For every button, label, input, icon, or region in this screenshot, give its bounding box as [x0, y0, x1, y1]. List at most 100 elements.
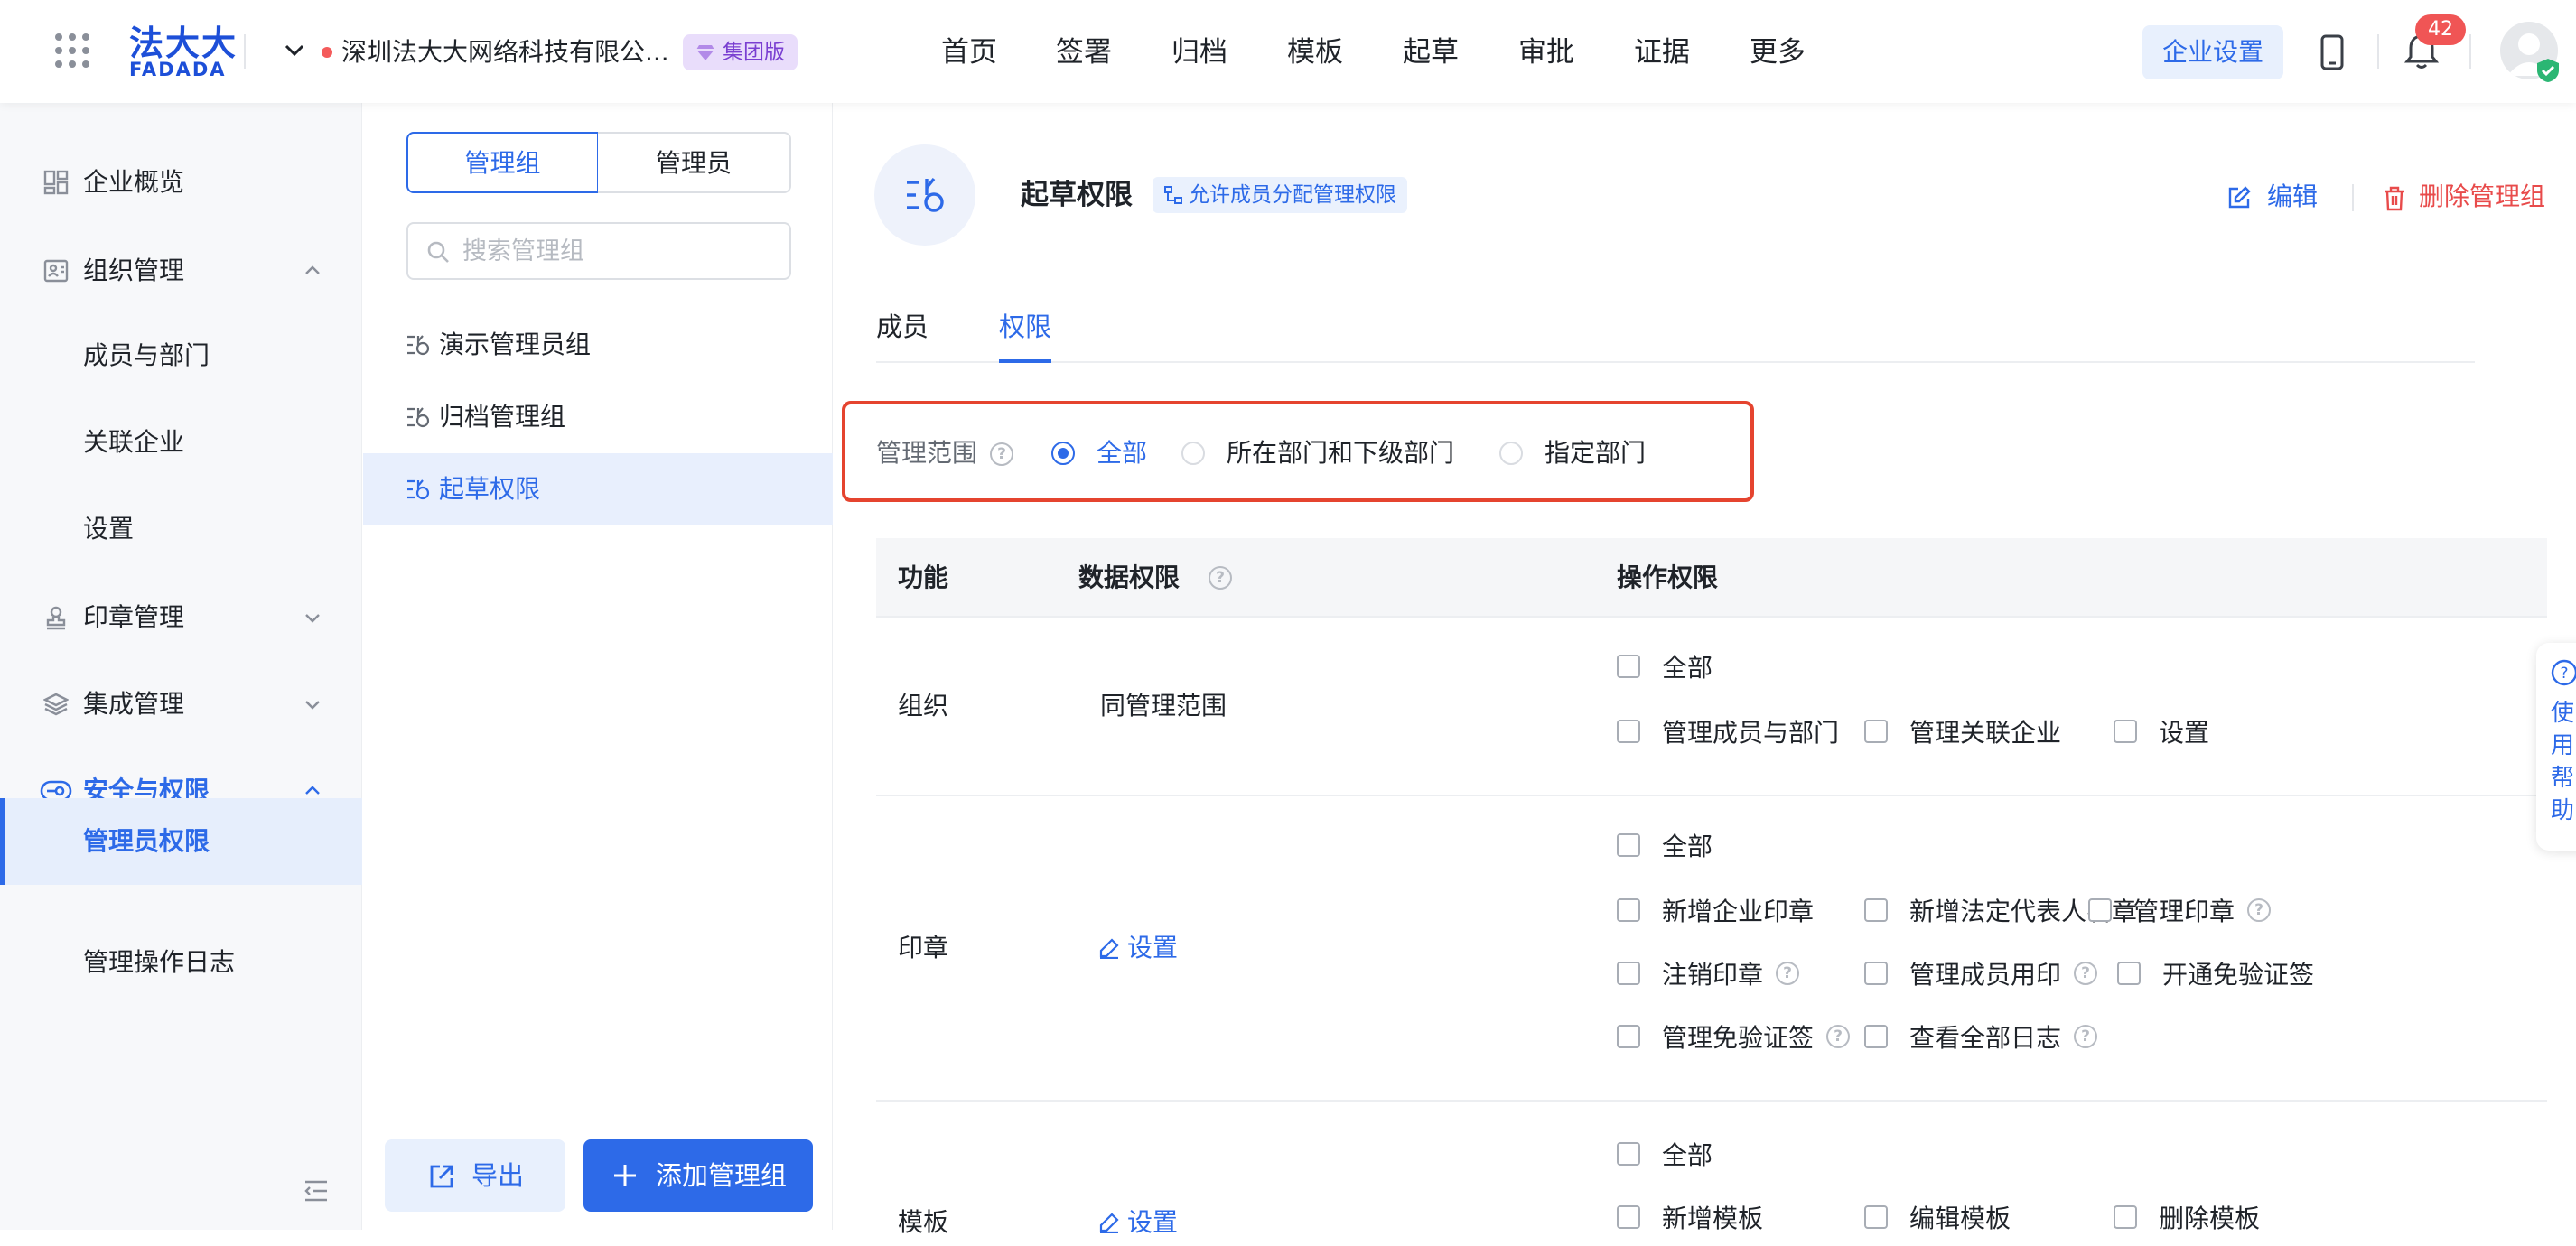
checkbox[interactable] [1864, 720, 1888, 743]
list-item[interactable]: 演示管理员组 [363, 309, 833, 381]
sidebar-item-settings[interactable]: 设置 [0, 493, 362, 565]
permission-checkbox[interactable]: 编辑模板 [1864, 1199, 2011, 1235]
chevron-down-icon[interactable] [284, 42, 305, 60]
company-switcher[interactable]: 深圳法大大网络科技有限公... [341, 34, 669, 70]
help-icon[interactable]: ? [2247, 898, 2272, 922]
permission-checkbox[interactable]: 设置 [2114, 713, 2209, 749]
search-input[interactable] [462, 233, 779, 269]
add-group-button[interactable]: 添加管理组 [583, 1139, 813, 1212]
permission-checkbox[interactable]: 注销印章? [1617, 955, 1800, 991]
diamond-icon [695, 42, 715, 62]
tab-members[interactable]: 成员 [876, 303, 929, 350]
export-label: 导出 [471, 1160, 525, 1191]
nav-approval[interactable]: 审批 [1518, 33, 1574, 72]
sidebar-item-admin-logs[interactable]: 管理操作日志 [0, 926, 362, 999]
list-item[interactable]: 归档管理组 [363, 381, 833, 453]
tab-admins[interactable]: 管理员 [598, 132, 791, 193]
permission-checkbox[interactable]: 全部 [1617, 1136, 1713, 1172]
help-icon[interactable]: ? [990, 442, 1013, 466]
nav-draft[interactable]: 起草 [1403, 33, 1459, 72]
sidebar-item-org[interactable]: 组织管理 [0, 235, 362, 307]
checkbox[interactable] [1864, 1025, 1888, 1048]
nav-home[interactable]: 首页 [941, 33, 997, 72]
edit-button[interactable]: 编辑 [2267, 179, 2318, 215]
checkbox[interactable] [2088, 898, 2112, 922]
data-scope-settings-link[interactable]: 设置 [1084, 1204, 1178, 1241]
trash-icon[interactable] [2383, 186, 2406, 211]
collapse-sidebar-icon[interactable] [303, 1179, 329, 1203]
radio-all[interactable] [1051, 442, 1075, 465]
nav-template[interactable]: 模板 [1287, 33, 1343, 72]
checkbox[interactable] [1617, 1205, 1640, 1229]
checkbox[interactable] [1617, 1142, 1640, 1166]
add-group-label: 添加管理组 [656, 1160, 788, 1191]
permission-checkbox[interactable]: 新增模板 [1617, 1199, 1763, 1235]
radio-specified-dept[interactable] [1499, 442, 1523, 465]
permission-checkbox[interactable]: 删除模板 [2114, 1199, 2260, 1235]
checkbox[interactable] [1864, 962, 1888, 985]
permission-checkbox[interactable]: 开通免验证签 [2117, 955, 2314, 991]
list-item-selected[interactable]: 起草权限 [363, 453, 833, 525]
permission-checkbox[interactable]: 管理成员与部门 [1617, 713, 1839, 749]
checkbox[interactable] [1864, 1205, 1888, 1229]
help-float-button[interactable]: ? 使用帮助 [2536, 643, 2576, 851]
help-icon[interactable]: ? [1826, 1025, 1851, 1048]
delete-group-button[interactable]: 删除管理组 [2419, 179, 2545, 215]
column-header: 操作权限 [1617, 563, 1719, 592]
nav-archive[interactable]: 归档 [1171, 33, 1227, 72]
permission-checkbox[interactable]: 管理免验证签? [1617, 1018, 1851, 1055]
help-icon[interactable]: ? [2074, 962, 2098, 985]
mobile-icon[interactable] [2319, 34, 2345, 70]
help-icon[interactable]: ? [1776, 962, 1800, 985]
permission-checkbox[interactable]: 管理成员用印? [1864, 955, 2098, 991]
permission-checkbox[interactable]: 全部 [1617, 827, 1713, 863]
nav-evidence[interactable]: 证据 [1634, 33, 1690, 72]
chevron-up-icon [303, 782, 322, 800]
sidebar-item-integration[interactable]: 集成管理 [0, 668, 362, 740]
help-icon[interactable]: ? [1209, 566, 1232, 590]
permission-checkbox[interactable]: 新增企业印章 [1617, 892, 1814, 928]
sidebar-item-admin-permissions[interactable]: 管理员权限 [0, 798, 362, 885]
radio-all-label[interactable]: 全部 [1097, 435, 1147, 471]
enterprise-settings-button[interactable]: 企业设置 [2142, 25, 2283, 79]
checkbox[interactable] [2114, 1205, 2137, 1229]
layers-icon [43, 692, 69, 717]
tab-permissions[interactable]: 权限 [999, 303, 1052, 363]
checkbox[interactable] [1617, 720, 1640, 743]
sidebar-item-overview[interactable]: 企业概览 [0, 146, 362, 219]
checkbox[interactable] [1617, 1025, 1640, 1048]
radio-specified-dept-label[interactable]: 指定部门 [1545, 435, 1646, 471]
chevron-down-icon [303, 695, 322, 713]
tab-admin-groups[interactable]: 管理组 [406, 132, 599, 193]
checkbox[interactable] [1617, 655, 1640, 678]
group-name: 归档管理组 [439, 402, 566, 432]
verified-icon [2536, 58, 2560, 83]
checkbox[interactable] [1617, 962, 1640, 985]
checkbox[interactable] [1617, 833, 1640, 857]
checkbox[interactable] [2117, 962, 2141, 985]
radio-own-dept[interactable] [1181, 442, 1205, 465]
sidebar-item-affiliates[interactable]: 关联企业 [0, 406, 362, 479]
sidebar-item-label: 集成管理 [83, 689, 185, 719]
checkbox-label: 管理成员用印 [1909, 960, 2062, 990]
permission-checkbox[interactable]: 管理印章? [2088, 892, 2272, 928]
edit-icon[interactable] [2227, 186, 2251, 209]
permission-checkbox[interactable]: 查看全部日志? [1864, 1018, 2098, 1055]
permission-checkbox[interactable]: 管理关联企业 [1864, 713, 2061, 749]
sidebar-item-seal[interactable]: 印章管理 [0, 581, 362, 654]
data-scope-settings-link[interactable]: 设置 [1084, 930, 1178, 966]
nav-sign[interactable]: 签署 [1056, 33, 1112, 72]
checkbox[interactable] [1864, 898, 1888, 922]
app-grid-icon[interactable] [54, 33, 90, 69]
help-icon[interactable]: ? [2074, 1025, 2098, 1048]
permission-checkbox[interactable]: 全部 [1617, 648, 1713, 684]
tab-permissions-label: 权限 [999, 312, 1052, 342]
radio-own-dept-label[interactable]: 所在部门和下级部门 [1227, 435, 1454, 471]
scope-label: 管理范围 [876, 438, 978, 468]
export-button[interactable]: 导出 [385, 1139, 565, 1212]
nav-more[interactable]: 更多 [1750, 33, 1806, 72]
checkbox[interactable] [2114, 720, 2137, 743]
sidebar-item-members[interactable]: 成员与部门 [0, 320, 362, 392]
logo-text: 法大大 [129, 23, 238, 63]
checkbox[interactable] [1617, 898, 1640, 922]
